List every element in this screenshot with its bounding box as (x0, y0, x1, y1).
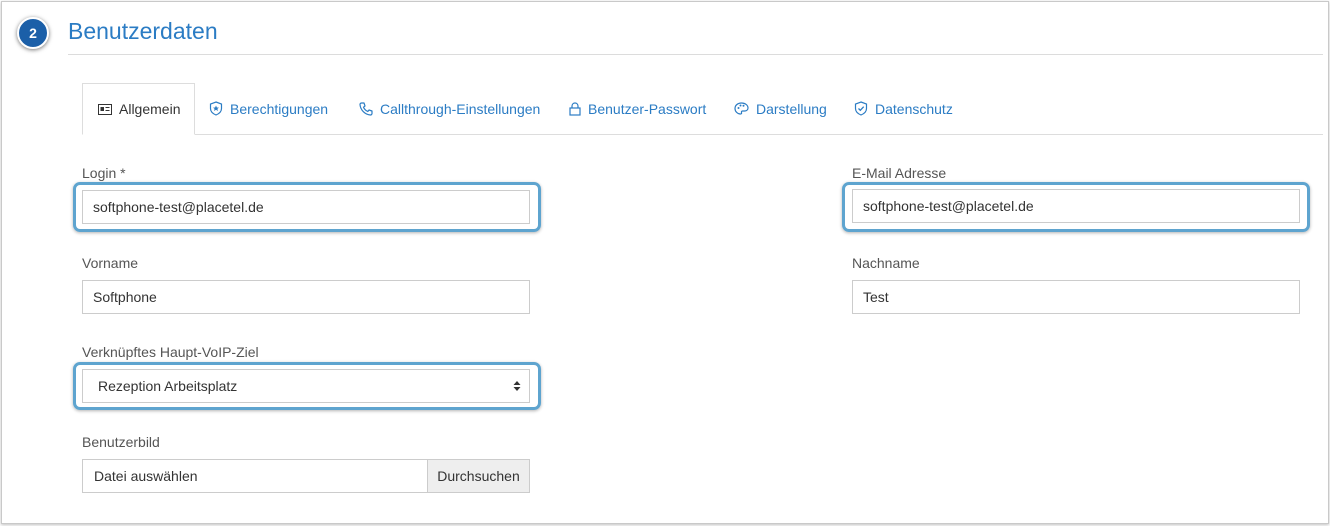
tab-label: Allgemein (119, 101, 181, 117)
voip-target-label: Verknüpftes Haupt-VoIP-Ziel (82, 344, 259, 360)
tab-berechtigungen[interactable]: Berechtigungen (209, 83, 328, 134)
palette-icon (734, 102, 749, 115)
select-arrows-icon (513, 381, 521, 391)
tab-label: Benutzer-Passwort (588, 100, 707, 117)
tab-benutzer-passwort[interactable]: Benutzer-Passwort (569, 83, 706, 134)
tab-callthrough[interactable]: Callthrough-Einstellungen (359, 83, 540, 134)
tab-allgemein[interactable]: Allgemein (82, 83, 195, 135)
login-input[interactable] (82, 190, 530, 224)
tab-label: Darstellung (756, 100, 827, 117)
lock-icon (569, 101, 581, 116)
browse-button[interactable]: Durchsuchen (427, 459, 530, 493)
id-card-icon (98, 103, 112, 115)
vorname-label: Vorname (82, 255, 139, 271)
login-label: Login * (82, 165, 126, 181)
shield-star-icon (209, 101, 223, 116)
shield-check-icon (854, 101, 868, 116)
tab-datenschutz[interactable]: Datenschutz (854, 83, 953, 134)
page-title: Benutzerdaten (68, 18, 218, 44)
nachname-input[interactable] (852, 280, 1300, 314)
phone-icon (359, 101, 373, 116)
email-input[interactable] (852, 189, 1300, 223)
tab-bar: Allgemein Berechtigungen Callthrough-Ein… (82, 83, 1323, 135)
tab-label: Callthrough-Einstellungen (380, 100, 541, 117)
voip-target-value: Rezeption Arbeitsplatz (98, 378, 238, 394)
tab-label: Datenschutz (875, 100, 953, 117)
voip-target-select[interactable]: Rezeption Arbeitsplatz (82, 369, 530, 403)
tab-darstellung[interactable]: Darstellung (734, 83, 827, 134)
vorname-input[interactable] (82, 280, 530, 314)
nachname-label: Nachname (852, 255, 920, 271)
tab-label: Berechtigungen (230, 100, 329, 117)
email-label: E-Mail Adresse (852, 165, 947, 181)
picture-file-placeholder[interactable]: Datei auswählen (82, 459, 427, 493)
panel-frame (1, 1, 1329, 524)
title-divider (68, 54, 1323, 55)
step-badge: 2 (17, 17, 49, 49)
picture-file-input: Datei auswählen Durchsuchen (82, 459, 530, 493)
picture-label: Benutzerbild (82, 434, 160, 450)
